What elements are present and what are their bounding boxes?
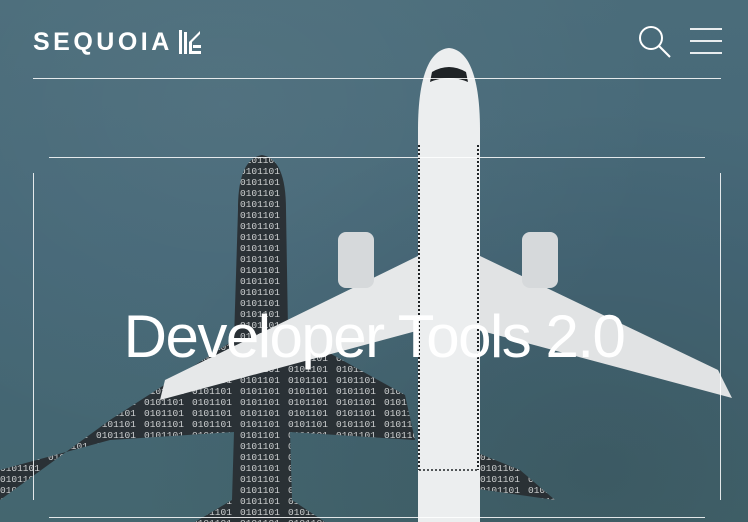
- search-button[interactable]: [637, 24, 673, 60]
- hamburger-menu-icon: [690, 28, 722, 54]
- hero-frame-top-line: [49, 157, 705, 158]
- menu-button[interactable]: [690, 26, 722, 58]
- site-header: SEQUOIA: [33, 0, 722, 79]
- hero-frame-bottom-line: [49, 517, 705, 518]
- logo-text: SEQUOIA: [33, 28, 173, 56]
- sequoia-logo[interactable]: SEQUOIA: [33, 28, 201, 56]
- search-icon: [639, 26, 671, 58]
- hero-title: Developer Tools 2.0: [123, 303, 626, 370]
- sequoia-mark-icon: [178, 30, 201, 54]
